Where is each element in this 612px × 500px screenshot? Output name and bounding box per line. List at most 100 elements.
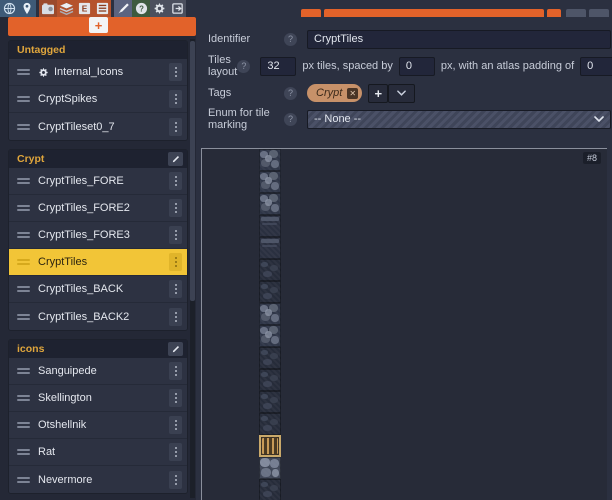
drag-handle-icon[interactable] — [17, 419, 30, 432]
tile-cell[interactable] — [259, 149, 281, 171]
add-tag-button[interactable]: + — [368, 83, 389, 103]
cutoff-tab-right[interactable] — [547, 9, 561, 17]
location-pin-icon[interactable] — [18, 0, 36, 17]
more-options-icon[interactable] — [169, 416, 182, 434]
settings-gear-icon[interactable] — [150, 0, 168, 17]
drag-handle-icon[interactable] — [17, 175, 30, 188]
more-options-icon[interactable] — [169, 63, 182, 81]
drag-handle-icon[interactable] — [17, 392, 30, 405]
tile-cell[interactable] — [259, 391, 281, 413]
atlas-padding-input[interactable] — [580, 56, 612, 76]
more-options-icon[interactable] — [169, 253, 182, 271]
edit-group-button[interactable] — [168, 342, 183, 356]
tileset-list-item[interactable]: Otshellnik — [9, 412, 187, 439]
tileset-list-item[interactable]: CryptTiles — [9, 249, 187, 276]
drag-handle-icon[interactable] — [17, 473, 30, 486]
tag-remove-icon[interactable]: ✕ — [347, 87, 359, 99]
tile-spacing-input[interactable] — [398, 56, 435, 76]
tileset-list-item-label: CryptTiles — [38, 256, 88, 268]
drag-handle-icon[interactable] — [17, 310, 30, 323]
layers-image-icon[interactable] — [39, 0, 57, 17]
more-options-icon[interactable] — [169, 470, 182, 489]
tileset-list-item-label: Otshellnik — [38, 419, 87, 431]
enum-select[interactable]: -- None -- — [307, 109, 611, 129]
tile-cell[interactable] — [259, 281, 281, 303]
world-icon[interactable] — [0, 0, 18, 17]
more-options-icon[interactable] — [169, 280, 182, 298]
drag-handle-icon[interactable] — [17, 66, 30, 79]
tileset-list-item[interactable]: CryptTiles_FORE3 — [9, 222, 187, 249]
drag-handle-icon[interactable] — [17, 446, 30, 459]
tile-cell[interactable] — [259, 303, 281, 325]
sidebar-scrollbar-thumb[interactable] — [190, 41, 195, 301]
tile-cell[interactable] — [259, 479, 281, 500]
identifier-input[interactable] — [307, 29, 611, 49]
tile-cell[interactable] — [259, 369, 281, 391]
tile-cell[interactable] — [259, 259, 281, 281]
tile-cell[interactable] — [259, 237, 281, 259]
tileset-list-item[interactable]: CryptTiles_FORE — [9, 168, 187, 195]
help-icon[interactable]: ? — [132, 0, 150, 17]
drag-handle-icon[interactable] — [17, 256, 30, 269]
tileset-list-item[interactable]: CryptTileset0_7 — [9, 113, 187, 140]
tilesets-sidebar: + Untagged Internal_Icons CryptSpikes Crypt… — [0, 17, 196, 500]
layers-stack-icon[interactable] — [57, 0, 75, 17]
tileset-properties-panel: Identifier ? Tiles layout ? px tiles, sp… — [196, 0, 612, 500]
identifier-help-icon[interactable]: ? — [284, 32, 297, 46]
drag-handle-icon[interactable] — [17, 93, 30, 106]
tileset-list-item[interactable]: CryptTiles_BACK2 — [9, 303, 187, 330]
tileset-list-item[interactable]: Rat — [9, 439, 187, 466]
cutoff-tab-main[interactable] — [324, 9, 544, 17]
more-options-icon[interactable] — [169, 389, 182, 407]
exit-icon[interactable] — [168, 0, 186, 17]
entity-e-icon[interactable]: E — [75, 0, 93, 17]
drag-handle-icon[interactable] — [17, 365, 30, 378]
tileset-list-item[interactable]: Sanguipede — [9, 358, 187, 385]
drag-handle-icon[interactable] — [17, 229, 30, 242]
tileset-list-item[interactable]: CryptTiles_FORE2 — [9, 195, 187, 222]
enum-list-icon[interactable] — [93, 0, 111, 17]
more-options-icon[interactable] — [169, 443, 182, 461]
tile-cell[interactable] — [259, 435, 281, 457]
tileset-list-item[interactable]: CryptTiles_BACK — [9, 276, 187, 303]
more-options-icon[interactable] — [169, 226, 182, 244]
drag-handle-icon[interactable] — [17, 283, 30, 296]
tile-cell[interactable] — [259, 171, 281, 193]
tag-chip[interactable]: Crypt ✕ — [307, 84, 363, 102]
tile-size-input[interactable] — [260, 56, 297, 76]
drag-handle-icon[interactable] — [17, 120, 30, 133]
tile-cell[interactable] — [259, 347, 281, 369]
edit-group-button[interactable] — [168, 152, 183, 166]
tileset-list-item[interactable]: Nevermore — [9, 466, 187, 493]
tile-strip[interactable] — [259, 149, 281, 500]
tileset-canvas[interactable]: #8 — [201, 148, 607, 500]
tileset-group-items: Sanguipede Skellington Otshellnik Rat Neverm… — [9, 358, 187, 493]
enum-label: Enum for tile marking — [208, 107, 270, 131]
more-options-icon[interactable] — [169, 307, 182, 326]
tileset-list-item[interactable]: Internal_Icons — [9, 59, 187, 86]
more-options-icon[interactable] — [169, 117, 182, 136]
tileset-brush-icon[interactable] — [114, 0, 132, 17]
more-options-icon[interactable] — [169, 362, 182, 380]
tile-cell[interactable] — [259, 215, 281, 237]
cutoff-button-b[interactable] — [589, 9, 609, 17]
tiles-layout-help-icon[interactable]: ? — [237, 59, 251, 73]
tag-dropdown-button[interactable] — [388, 83, 416, 103]
tags-help-icon[interactable]: ? — [284, 86, 297, 100]
cutoff-button-a[interactable] — [566, 9, 586, 17]
more-options-icon[interactable] — [169, 172, 182, 190]
tile-cell[interactable] — [259, 413, 281, 435]
cutoff-tab-left[interactable] — [301, 9, 321, 17]
enum-help-icon[interactable]: ? — [284, 112, 297, 126]
more-options-icon[interactable] — [169, 90, 182, 108]
tile-cell[interactable] — [259, 193, 281, 215]
tileset-list-item[interactable]: Skellington — [9, 385, 187, 412]
drag-handle-icon[interactable] — [17, 202, 30, 215]
tile-cell[interactable] — [259, 457, 281, 479]
add-tileset-button[interactable]: + — [89, 17, 108, 33]
tileset-list-item-label: Rat — [38, 446, 56, 458]
tile-cell[interactable] — [259, 325, 281, 347]
tileset-canvas-surface[interactable] — [202, 149, 607, 500]
tileset-list-item[interactable]: CryptSpikes — [9, 86, 187, 113]
more-options-icon[interactable] — [169, 199, 182, 217]
